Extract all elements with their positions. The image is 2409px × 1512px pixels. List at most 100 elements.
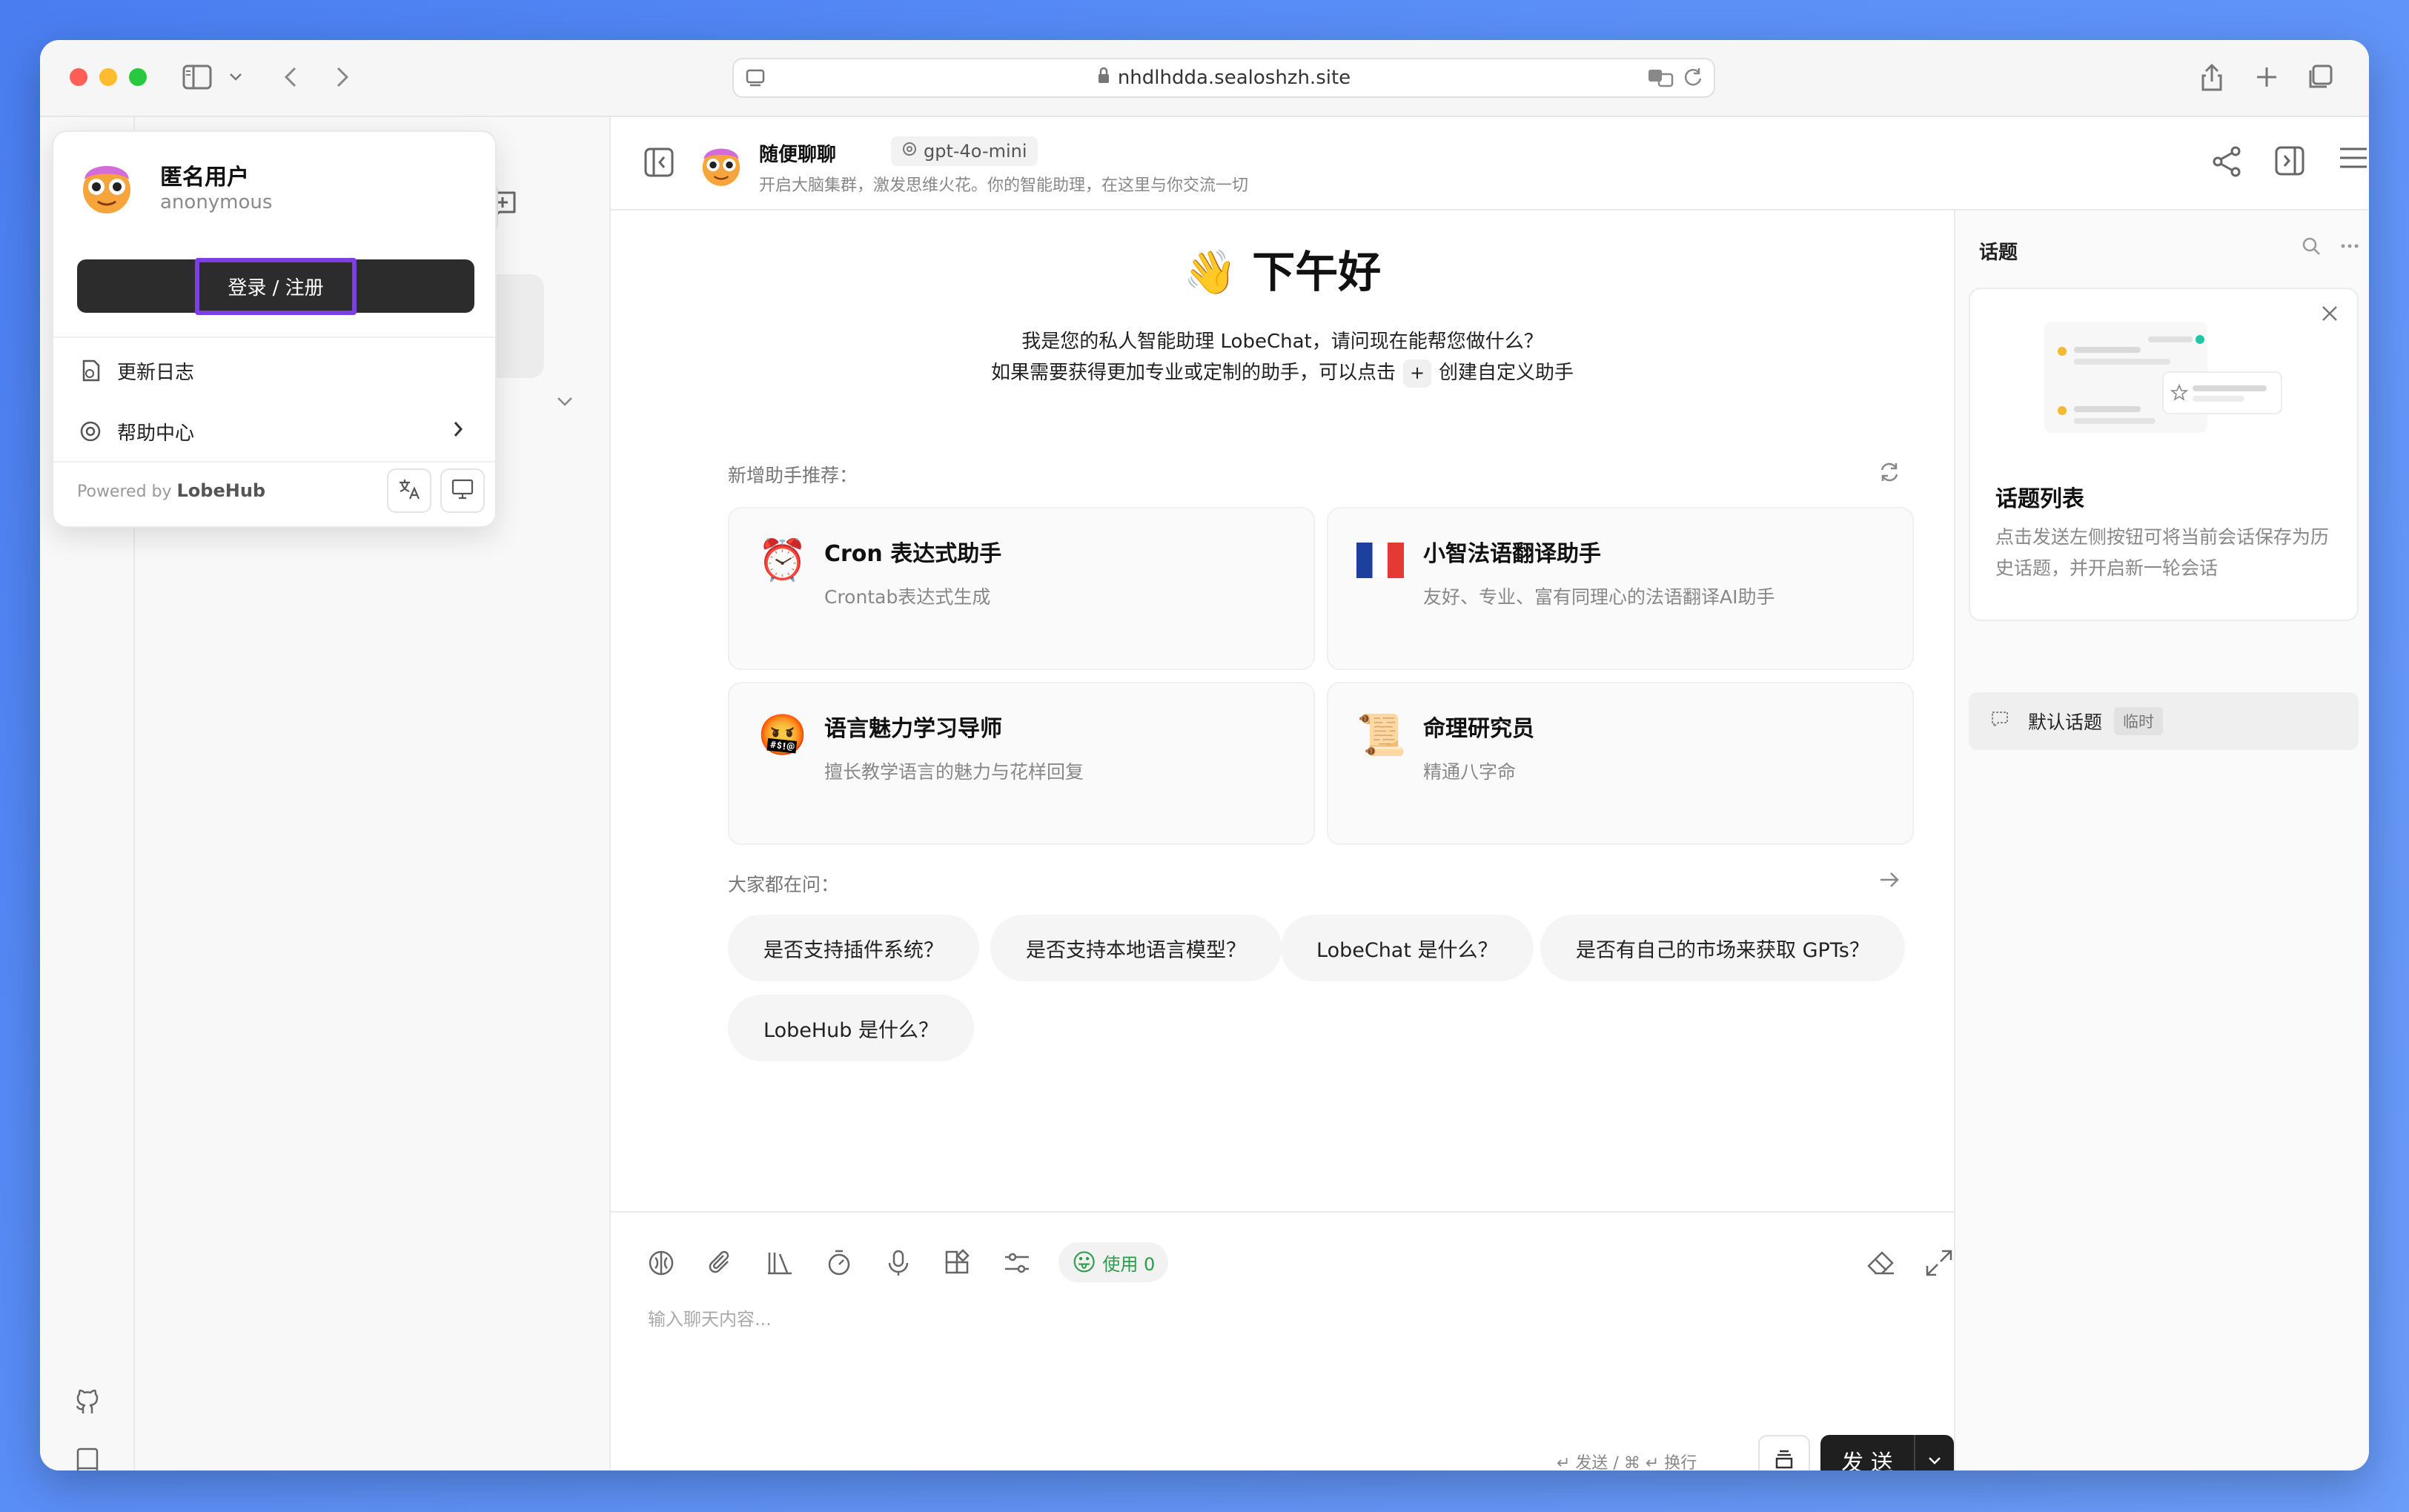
arrow-right-icon[interactable] bbox=[1878, 870, 1901, 892]
chevron-right-icon bbox=[452, 420, 464, 444]
popup-divider bbox=[53, 336, 495, 338]
more-icon[interactable] bbox=[2339, 236, 2360, 259]
alarm-clock-icon: ⏰ bbox=[758, 537, 808, 583]
timer-icon[interactable] bbox=[821, 1245, 857, 1281]
welcome-line-2-suffix: 创建自定义助手 bbox=[1439, 362, 1574, 384]
address-bar[interactable]: nhdlhdda.sealoshzh.site bbox=[732, 58, 1715, 98]
send-options-chevron-icon[interactable] bbox=[1914, 1435, 1954, 1470]
share-nodes-icon[interactable] bbox=[2210, 145, 2243, 181]
assistant-card[interactable]: 🤬 语言魅力学习导师 擅长教学语言的魅力与花样回复 bbox=[728, 682, 1315, 845]
zoom-window-button[interactable] bbox=[129, 68, 147, 86]
menu-item-changelog[interactable]: 更新日志 bbox=[76, 350, 476, 391]
chevron-down-icon[interactable] bbox=[219, 61, 252, 93]
forward-icon[interactable] bbox=[326, 61, 359, 93]
welcome-greeting: 👋 下午好 bbox=[611, 237, 1954, 299]
browser-toolbar: nhdlhdda.sealoshzh.site bbox=[40, 40, 2369, 117]
settings-sliders-icon[interactable] bbox=[999, 1245, 1035, 1281]
changelog-icon bbox=[76, 356, 105, 385]
angry-face-icon: 🤬 bbox=[758, 712, 808, 758]
recommend-label: 新增助手推荐： bbox=[728, 465, 858, 486]
share-icon[interactable] bbox=[2196, 61, 2228, 93]
create-assistant-chip[interactable]: + bbox=[1403, 359, 1431, 388]
url-text: nhdlhdda.sealoshzh.site bbox=[1117, 67, 1351, 89]
welcome-line-1: 我是您的私人智能助理 LobeChat，请问现在能帮您做什么？ bbox=[1021, 331, 1543, 353]
assistant-card[interactable]: 小智法语翻译助手 友好、专业、富有同理心的法语翻译AI助手 bbox=[1327, 507, 1914, 670]
search-icon[interactable] bbox=[2301, 236, 2322, 259]
topic-item-default[interactable]: 默认话题 临时 bbox=[1969, 692, 2359, 750]
panel-toggle-left-icon[interactable] bbox=[643, 147, 675, 181]
assistant-card-desc: 擅长教学语言的魅力与花样回复 bbox=[824, 761, 1084, 783]
welcome-line-2-prefix: 如果需要获得更加专业或定制的助手，可以点击 bbox=[990, 362, 1396, 384]
github-icon[interactable] bbox=[70, 1385, 105, 1420]
token-usage-chip[interactable]: 😛 使用 0 bbox=[1058, 1242, 1169, 1282]
question-chip[interactable]: 是否支持插件系统？ bbox=[728, 915, 979, 981]
topic-list-title: 话题列表 bbox=[1995, 486, 2084, 512]
back-icon[interactable] bbox=[274, 61, 307, 93]
chevron-down-icon[interactable] bbox=[556, 396, 574, 411]
translate-icon[interactable] bbox=[1647, 67, 1674, 94]
page-settings-icon[interactable] bbox=[744, 67, 766, 94]
assistant-card-title: 语言魅力学习导师 bbox=[824, 716, 1002, 742]
model-brain-icon[interactable] bbox=[643, 1245, 679, 1281]
questions-label: 大家都在问： bbox=[728, 874, 840, 895]
assistant-card[interactable]: 📜 命理研究员 精通八字命 bbox=[1327, 682, 1914, 845]
browser-window: nhdlhdda.sealoshzh.site 匿名用户 anonymous 登… bbox=[40, 40, 2369, 1470]
chat-input-area: 😛 使用 0 输入聊天内容... ↵ 发送 / ⌘ ↵ 换行 发 送 bbox=[611, 1211, 1954, 1470]
assistant-card[interactable]: ⏰ Cron 表达式助手 Crontab表达式生成 bbox=[728, 507, 1315, 670]
paperclip-icon[interactable] bbox=[703, 1245, 738, 1281]
chat-bubble-icon bbox=[1989, 709, 2010, 734]
question-chip[interactable]: LobeHub 是什么？ bbox=[728, 995, 974, 1061]
chat-header: 随便聊聊 gpt-4o-mini 开启大脑集群，激发思维火花。你的智能助理，在这… bbox=[611, 117, 2369, 210]
library-icon[interactable] bbox=[762, 1245, 798, 1281]
expand-icon[interactable] bbox=[1921, 1245, 1957, 1281]
menu-item-label: 更新日志 bbox=[117, 361, 195, 384]
send-button-label: 发 送 bbox=[1841, 1450, 1893, 1470]
menu-item-help[interactable]: 帮助中心 bbox=[76, 411, 476, 452]
save-topic-button[interactable] bbox=[1758, 1435, 1810, 1470]
temporary-badge: 临时 bbox=[2114, 707, 2164, 735]
greeting-text: 下午好 bbox=[1252, 247, 1382, 297]
question-chip[interactable]: LobeChat 是什么？ bbox=[1281, 915, 1534, 981]
eraser-icon[interactable] bbox=[1863, 1245, 1899, 1281]
topic-panel: 话题 话题列表 点击发送左侧按钮可将当前会话保存为历史话题，并开启新一轮会话 默… bbox=[1954, 210, 2369, 1470]
close-window-button[interactable] bbox=[70, 68, 87, 86]
assistant-card-desc: Crontab表达式生成 bbox=[824, 586, 991, 608]
lifebuoy-icon bbox=[76, 417, 105, 446]
microphone-icon[interactable] bbox=[881, 1245, 916, 1281]
minimize-window-button[interactable] bbox=[99, 68, 117, 86]
assistant-card-desc: 精通八字命 bbox=[1423, 761, 1517, 783]
avatar bbox=[76, 154, 138, 216]
plugins-icon[interactable] bbox=[940, 1245, 975, 1281]
close-icon[interactable] bbox=[2320, 304, 2339, 326]
login-button[interactable]: 登录 / 注册 bbox=[77, 257, 474, 315]
reload-icon[interactable] bbox=[1683, 67, 1703, 94]
tab-overview-icon[interactable] bbox=[2304, 61, 2336, 93]
user-name: 匿名用户 bbox=[160, 165, 249, 190]
avatar[interactable] bbox=[697, 139, 746, 188]
popup-divider bbox=[53, 461, 495, 462]
new-tab-icon[interactable] bbox=[2250, 61, 2283, 93]
docs-book-icon[interactable] bbox=[70, 1444, 105, 1470]
user-subtitle: anonymous bbox=[160, 191, 273, 213]
sidebar-toggle-icon[interactable] bbox=[181, 61, 213, 93]
topic-empty-card: 话题列表 点击发送左侧按钮可将当前会话保存为历史话题，并开启新一轮会话 bbox=[1969, 288, 2359, 621]
model-badge[interactable]: gpt-4o-mini bbox=[891, 136, 1038, 166]
send-button[interactable]: 发 送 bbox=[1820, 1435, 1954, 1470]
question-chip[interactable]: 是否支持本地语言模型？ bbox=[990, 915, 1282, 981]
refresh-icon[interactable] bbox=[1878, 461, 1901, 486]
archive-icon bbox=[1773, 1448, 1795, 1470]
assistant-card-desc: 友好、专业、富有同理心的法语翻译AI助手 bbox=[1423, 586, 1775, 608]
powered-by: Powered by LobeHub bbox=[77, 480, 265, 501]
panel-toggle-right-icon[interactable] bbox=[2274, 145, 2305, 179]
brand-logo-text[interactable]: LobeHub bbox=[177, 480, 266, 501]
language-button[interactable] bbox=[387, 468, 431, 513]
assistant-card-title: 小智法语翻译助手 bbox=[1423, 541, 1601, 567]
token-usage-label: 使用 0 bbox=[1102, 1253, 1156, 1275]
theme-button[interactable] bbox=[440, 468, 485, 513]
chat-input[interactable]: 输入聊天内容... bbox=[648, 1304, 772, 1330]
topic-panel-title: 话题 bbox=[1979, 242, 2018, 264]
menu-icon[interactable] bbox=[2338, 145, 2369, 173]
assistant-description: 开启大脑集群，激发思维火花。你的智能助理，在这里与你交流一切 bbox=[759, 176, 1249, 195]
topic-list-illustration-icon bbox=[2044, 316, 2289, 460]
question-chip[interactable]: 是否有自己的市场来获取 GPTs？ bbox=[1540, 915, 1905, 981]
